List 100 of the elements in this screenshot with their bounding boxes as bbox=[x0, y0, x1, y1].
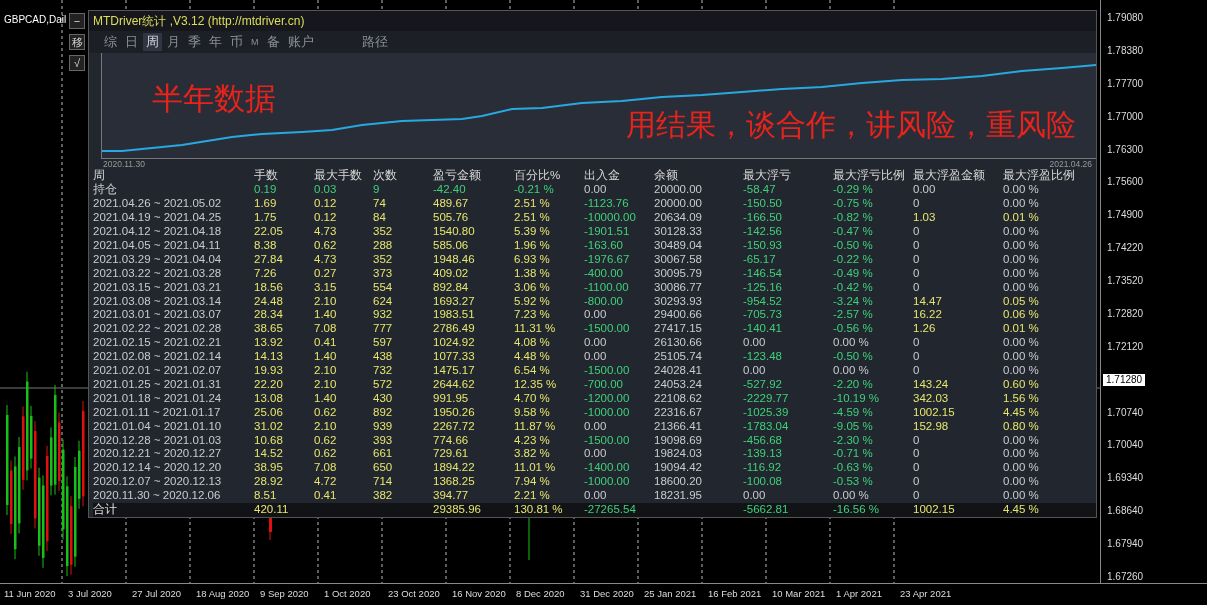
table-cell-text: -800.00 bbox=[584, 294, 624, 309]
table-cell-text: 3.82 % bbox=[514, 447, 551, 462]
table-cell-text: 1.40 bbox=[314, 350, 338, 365]
table-cell-text: -0.56 % bbox=[833, 322, 874, 337]
table-cell-text: 21366.41 bbox=[654, 419, 703, 434]
table-cell-text: 7.08 bbox=[314, 461, 338, 476]
table-cell-text: 0.80 % bbox=[1003, 419, 1040, 434]
table-cell-text: 0 bbox=[913, 447, 921, 462]
table-cell-text: 0.00 % bbox=[1003, 266, 1040, 281]
table-cell-text: 4.70 % bbox=[514, 391, 551, 406]
tab[interactable]: 路径 bbox=[358, 32, 391, 51]
table-cell-text: 2021.04.26 ~ 2021.05.02 bbox=[93, 197, 223, 212]
table-cell-text: 0.00 bbox=[584, 447, 608, 462]
table-cell-text: 1540.80 bbox=[433, 224, 476, 239]
table-cell-text: 20634.09 bbox=[654, 211, 703, 225]
table-cell-text: -0.71 % bbox=[833, 447, 874, 462]
table-cell-text: 777 bbox=[373, 322, 394, 337]
table-cell-text: -400.00 bbox=[584, 266, 624, 281]
table-cell-text: 29385.96 bbox=[433, 503, 482, 517]
table-cell-text: 505.76 bbox=[433, 211, 470, 225]
table-cell-text: 19.93 bbox=[254, 364, 284, 378]
table-cell-text: 650 bbox=[373, 461, 394, 476]
table-cell-text: -0.22 % bbox=[833, 252, 874, 267]
table-cell-text: 0 bbox=[913, 336, 921, 351]
table-cell-text: 74 bbox=[373, 197, 387, 212]
table-cell-text: 22316.67 bbox=[654, 405, 703, 420]
table-cell-text: -0.29 % bbox=[833, 183, 874, 198]
table-cell-text: -0.82 % bbox=[833, 211, 874, 225]
table-cell-text: 7.23 % bbox=[514, 308, 551, 323]
table-cell-text: 0.00 bbox=[743, 364, 767, 378]
table-cell-text: 0.00 % bbox=[833, 364, 870, 378]
table-cell-text: 1077.33 bbox=[433, 350, 476, 365]
date-label: 23 Apr 2021 bbox=[900, 587, 953, 602]
table-cell-text: 0.01 % bbox=[1003, 322, 1040, 337]
window-title: MTDriver统计 ,V3.12 (http://mtdriver.cn) bbox=[89, 11, 1096, 31]
table-cell-text: 892.84 bbox=[433, 280, 470, 295]
table-cell-text: 2021.01.18 ~ 2021.01.24 bbox=[93, 391, 223, 406]
table-cell-text: 5.39 % bbox=[514, 224, 551, 239]
price-label: 1.79080 bbox=[1106, 12, 1144, 24]
table-cell-text: 24.48 bbox=[254, 294, 284, 309]
table-cell-text: 19098.69 bbox=[654, 433, 703, 448]
table-cell-text: 0.62 bbox=[314, 405, 338, 420]
table-cell-text: -1783.04 bbox=[743, 419, 790, 434]
table-cell-text: 2021.01.25 ~ 2021.01.31 bbox=[93, 377, 223, 392]
table-cell-text: 26130.66 bbox=[654, 336, 703, 351]
table-cell-text: 1.38 % bbox=[514, 266, 551, 281]
table-cell-text: -140.41 bbox=[743, 322, 783, 337]
table-cell-text: 0 bbox=[913, 252, 921, 267]
table-cell-text: 22.20 bbox=[254, 377, 284, 392]
table-cell-text: 1475.17 bbox=[433, 364, 476, 378]
table-cell-text: 14.52 bbox=[254, 447, 284, 462]
tab[interactable]: 周 bbox=[143, 32, 162, 51]
tab[interactable]: 季 bbox=[185, 32, 204, 51]
table-cell-text: 1.03 bbox=[913, 211, 937, 225]
table-cell-text: -0.53 % bbox=[833, 475, 874, 490]
table-cell-text: 0.05 % bbox=[1003, 294, 1040, 309]
table-cell-text: -150.50 bbox=[743, 197, 783, 212]
tab[interactable]: 月 bbox=[164, 32, 183, 51]
table-cell-text: 12.35 % bbox=[514, 377, 558, 392]
table-cell-text: -0.49 % bbox=[833, 266, 874, 281]
table-cell-text: 0.00 bbox=[584, 336, 608, 351]
tab[interactable]: 年 bbox=[206, 32, 225, 51]
table-cell-text: 0.00 % bbox=[833, 489, 870, 504]
table-cell-text: 30086.77 bbox=[654, 280, 703, 295]
price-label: 1.67260 bbox=[1106, 570, 1144, 583]
table-cell-text: -166.50 bbox=[743, 211, 783, 225]
toolbar-button[interactable]: √ bbox=[69, 55, 85, 71]
table-cell-text: -0.47 % bbox=[833, 224, 874, 239]
table-cell-text: 0.12 bbox=[314, 197, 338, 212]
table-cell-text: 0.00 % bbox=[1003, 475, 1040, 490]
table-cell-text: -3.24 % bbox=[833, 294, 874, 309]
toolbar-button[interactable]: − bbox=[69, 13, 85, 29]
table-cell-text: 1983.51 bbox=[433, 308, 476, 323]
table-cell-text: -700.00 bbox=[584, 377, 624, 392]
tab[interactable]: 日 bbox=[122, 32, 141, 51]
table-cell-text: 0.00 bbox=[584, 350, 608, 365]
table-cell-text: -0.63 % bbox=[833, 461, 874, 476]
table-cell-text: 0.00 % bbox=[1003, 197, 1040, 212]
table-cell-text: -527.92 bbox=[743, 377, 783, 392]
table-cell-text: 2020.12.07 ~ 2020.12.13 bbox=[93, 475, 223, 490]
table-cell-text: 10.68 bbox=[254, 433, 284, 448]
table-cell-text: 2021.03.22 ~ 2021.03.28 bbox=[93, 266, 223, 281]
table-cell-text: 2021.02.08 ~ 2021.02.14 bbox=[93, 350, 223, 365]
date-label: 23 Oct 2020 bbox=[388, 587, 441, 602]
table-cell-text: 342.03 bbox=[913, 391, 950, 406]
table-cell-text: 2.10 bbox=[314, 294, 338, 309]
table-cell-text: 0.00 % bbox=[1003, 252, 1040, 267]
tab[interactable]: 币 bbox=[227, 32, 246, 51]
table-cell-text: 30095.79 bbox=[654, 266, 703, 281]
table-cell-text: -0.50 % bbox=[833, 238, 874, 253]
tab[interactable]: 账户 bbox=[284, 32, 317, 51]
table-cell-text: 2.51 % bbox=[514, 197, 551, 212]
tab[interactable]: 备 bbox=[263, 32, 283, 51]
toolbar-button[interactable]: 移 bbox=[69, 34, 85, 50]
tab[interactable]: 综 bbox=[101, 32, 120, 51]
table-cell-text: 30489.04 bbox=[654, 238, 703, 253]
table-cell-text: 0.41 bbox=[314, 336, 338, 351]
table-cell-text: 0.00 % bbox=[1003, 433, 1040, 448]
tab[interactable]: M bbox=[248, 32, 262, 51]
table-cell-text: -123.48 bbox=[743, 350, 783, 365]
